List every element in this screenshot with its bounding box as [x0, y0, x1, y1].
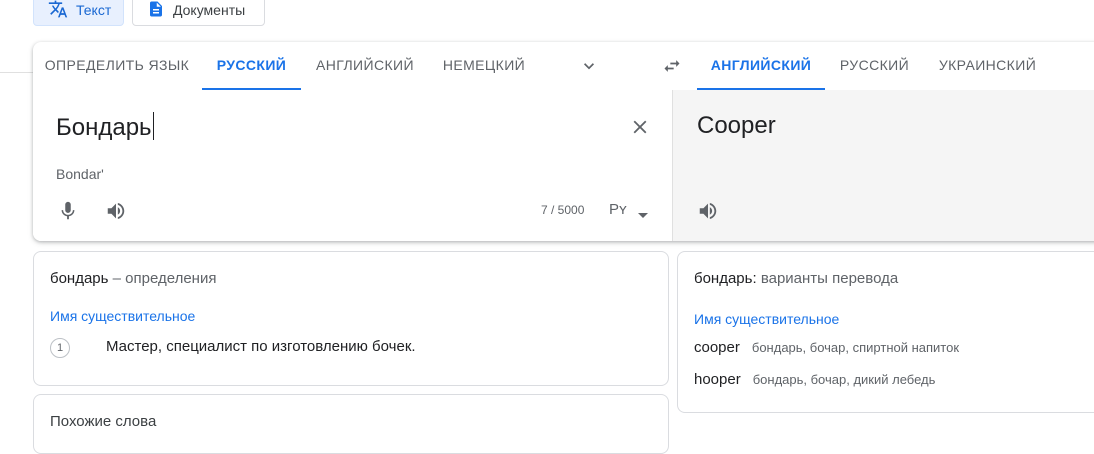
source-text: Бондарь — [56, 114, 152, 141]
documents-mode-button[interactable]: Документы — [132, 0, 265, 26]
alternatives-panel: бондарь: варианты перевода Имя существит… — [677, 251, 1094, 413]
similar-words-panel: Похожие слова — [33, 394, 669, 454]
definitions-title: бондарь – определения — [50, 270, 216, 287]
translate-icon — [48, 0, 68, 22]
source-pane: Бондарь Bondar' 7 / 5000 Рʏ — [33, 90, 672, 241]
character-count: 7 / 5000 — [541, 203, 585, 217]
definitions-word: бондарь — [50, 270, 109, 287]
microphone-icon[interactable] — [57, 200, 79, 227]
text-mode-button[interactable]: Текст — [33, 0, 124, 26]
list-item[interactable]: hooper бондарь, бочар, дикий лебедь — [694, 371, 935, 388]
transliteration: Bondar' — [56, 166, 104, 182]
tab-target-ukrainian[interactable]: УКРАИНСКИЙ — [924, 42, 1051, 90]
definition-number: 1 — [50, 338, 70, 358]
definition-text: Мастер, специалист по изготовлению бочек… — [106, 338, 416, 355]
close-icon[interactable] — [629, 116, 651, 143]
target-pane: Cooper — [672, 90, 1094, 241]
more-languages-icon[interactable] — [1089, 56, 1094, 81]
tab-source-russian[interactable]: РУССКИЙ — [202, 42, 301, 90]
alternatives-word: бондарь: — [694, 270, 757, 287]
alt-word: cooper — [694, 339, 740, 356]
alternatives-part-of-speech: Имя существительное — [694, 311, 840, 327]
list-item[interactable]: cooper бондарь, бочар, спиртной напиток — [694, 339, 959, 356]
chevron-down-icon[interactable] — [579, 56, 599, 81]
translator-card: ОПРЕДЕЛИТЬ ЯЗЫК РУССКИЙ АНГЛИЙСКИЙ НЕМЕЦ… — [33, 42, 1094, 241]
tab-source-german[interactable]: НЕМЕЦКИЙ — [429, 42, 539, 90]
tab-detect-language[interactable]: ОПРЕДЕЛИТЬ ЯЗЫК — [33, 42, 201, 90]
alt-back-translations: бондарь, бочар, спиртной напиток — [751, 340, 960, 355]
alt-word: hooper — [694, 371, 741, 388]
alternatives-suffix: варианты перевода — [760, 270, 899, 287]
alt-back-translations: бондарь, бочар, дикий лебедь — [752, 372, 936, 387]
speaker-icon[interactable] — [105, 200, 127, 227]
language-bar: ОПРЕДЕЛИТЬ ЯЗЫК РУССКИЙ АНГЛИЙСКИЙ НЕМЕЦ… — [33, 42, 1094, 91]
text-caret — [152, 112, 154, 140]
tab-target-english[interactable]: АНГЛИЙСКИЙ — [697, 42, 825, 90]
document-icon — [147, 0, 165, 22]
part-of-speech: Имя существительное — [50, 308, 196, 324]
caret-down-icon[interactable] — [638, 206, 648, 224]
definitions-panel: бондарь – определения Имя существительно… — [33, 251, 669, 386]
source-input[interactable]: Бондарь — [56, 112, 154, 142]
documents-mode-label: Документы — [173, 2, 246, 18]
translation-output: Cooper — [697, 112, 776, 139]
swap-languages-icon[interactable] — [662, 56, 682, 81]
tab-source-english[interactable]: АНГЛИЙСКИЙ — [301, 42, 429, 90]
alternatives-title: бондарь: варианты перевода — [694, 270, 898, 287]
speaker-icon[interactable] — [697, 200, 719, 227]
tab-target-russian[interactable]: РУССКИЙ — [825, 42, 924, 90]
definitions-suffix: – определения — [112, 270, 217, 287]
input-tools-button[interactable]: Рʏ — [609, 201, 627, 218]
text-mode-label: Текст — [76, 2, 112, 18]
similar-words-title: Похожие слова — [50, 413, 157, 430]
